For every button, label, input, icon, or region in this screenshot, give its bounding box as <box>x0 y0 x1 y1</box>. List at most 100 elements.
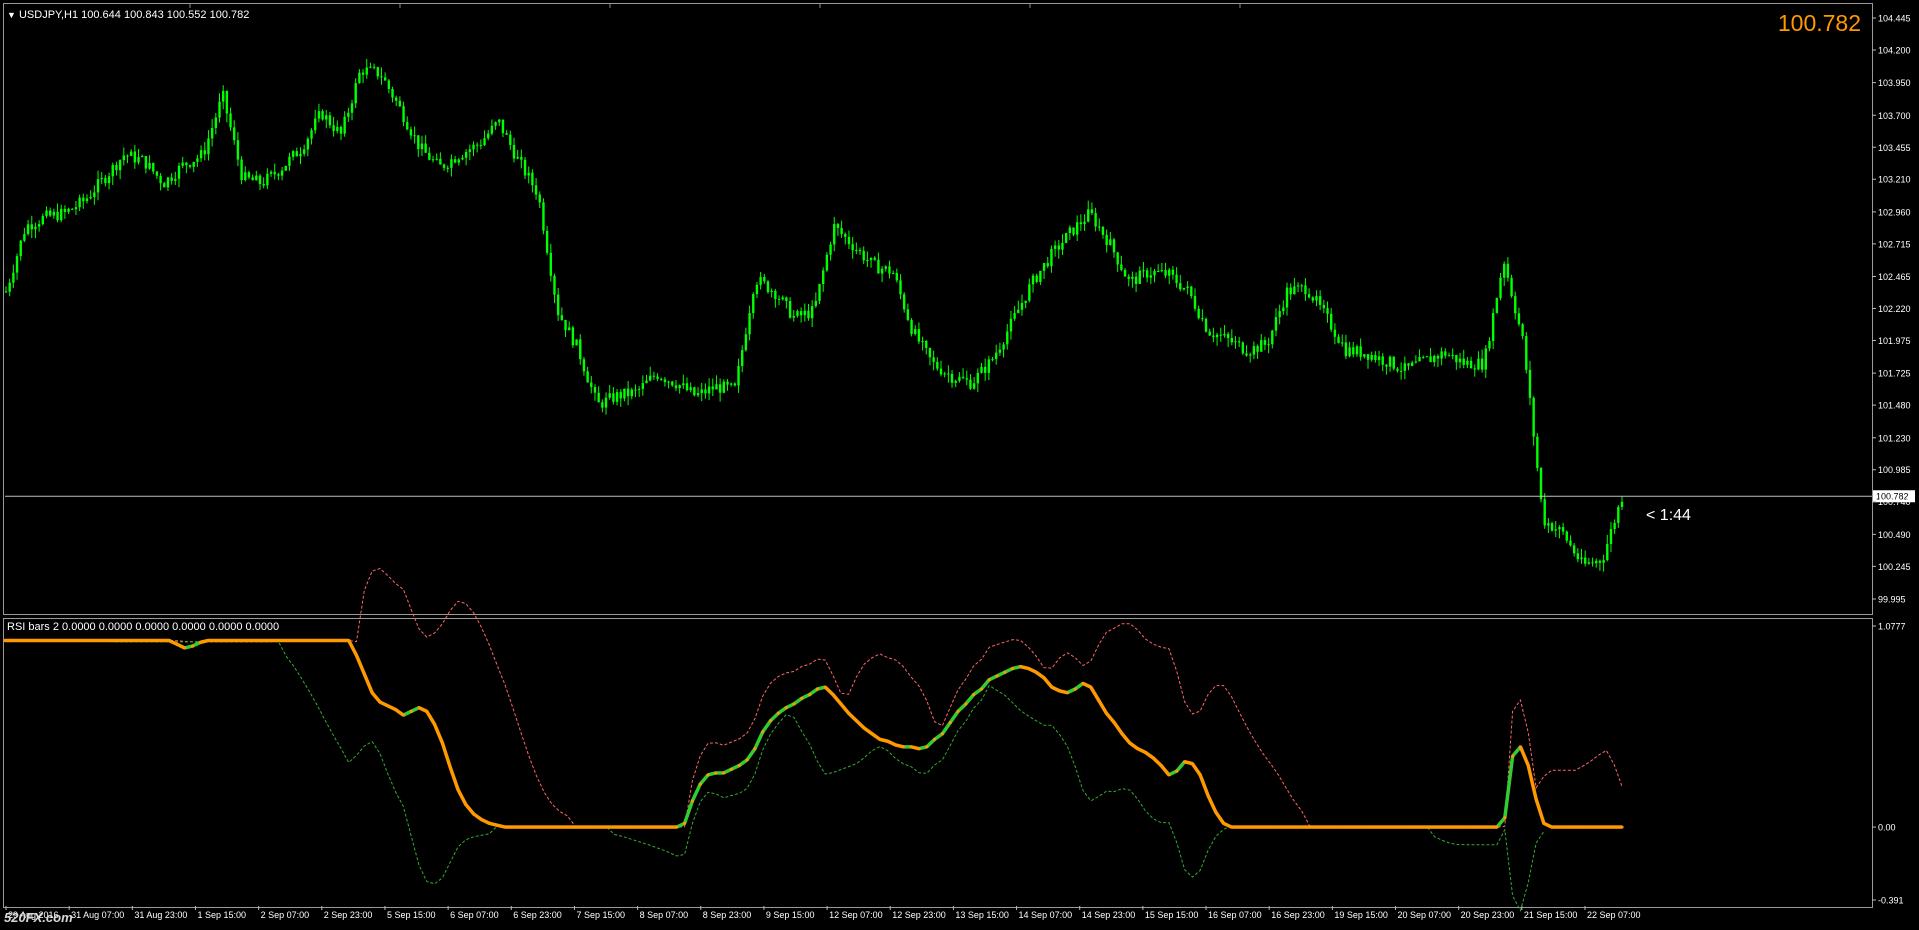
candle-body <box>810 306 814 319</box>
candle-body <box>1245 353 1248 356</box>
candle-body <box>667 381 670 383</box>
rsi-point <box>1479 825 1483 829</box>
rsi-lower-band <box>5 640 1545 912</box>
rsi-segment <box>964 693 975 706</box>
candle-body <box>350 103 354 113</box>
candle-body <box>387 80 391 89</box>
candle-body <box>1068 227 1072 234</box>
candle-body <box>744 334 748 351</box>
candle-body <box>347 112 350 117</box>
candle-body <box>682 383 685 386</box>
candle-body <box>1525 336 1528 370</box>
candle-body <box>987 359 991 373</box>
candle-body <box>8 282 11 292</box>
candle-body <box>1521 324 1524 337</box>
rsi-point <box>1362 825 1366 829</box>
candle-body <box>549 252 553 276</box>
candle-body <box>354 83 357 104</box>
candle-body <box>568 327 571 331</box>
price-tick-label: 101.975 <box>1878 336 1911 346</box>
candle-body <box>1580 557 1583 560</box>
candle-body <box>1267 344 1270 346</box>
candle-body <box>700 389 703 394</box>
candle-body <box>376 67 379 77</box>
candle-body <box>531 172 534 186</box>
candle-body <box>969 379 972 389</box>
candle-body <box>487 133 490 139</box>
candle-body <box>1569 540 1572 546</box>
candle-body <box>752 294 755 314</box>
candle-body <box>1510 277 1513 297</box>
chart-canvas[interactable]: 100.782 104.445 104.200 103.950 103.700 103.… <box>0 0 1919 930</box>
rsi-point <box>878 737 882 741</box>
candle-body <box>63 208 67 212</box>
rsi-point <box>620 825 624 829</box>
time-tick-label: 31 Aug 07:00 <box>71 910 124 920</box>
rsi-point <box>245 638 249 643</box>
candle-body <box>1282 307 1285 312</box>
candle-body <box>498 119 501 123</box>
rsi-point <box>706 773 710 777</box>
candle-body <box>372 66 376 68</box>
rsi-point <box>1034 670 1038 674</box>
rsi-segment <box>847 711 858 722</box>
candle-body <box>586 371 589 383</box>
indicator-label: RSI bars 2 0.0000 0.0000 0.0000 0.0000 0… <box>7 621 280 633</box>
price-tick-label: 100.985 <box>1878 465 1911 475</box>
rsi-point <box>807 692 812 697</box>
rsi-point <box>542 825 546 829</box>
candle-body <box>1491 312 1495 342</box>
rsi-point <box>378 700 382 704</box>
rsi-point <box>1456 825 1460 829</box>
candle-body <box>185 162 188 166</box>
candle-body <box>799 311 803 316</box>
rsi-segment <box>698 773 710 786</box>
candle-body <box>266 173 269 186</box>
rsi-point <box>909 745 913 749</box>
candle-body <box>943 373 946 375</box>
rsi-point <box>1425 825 1429 829</box>
caret-down-icon[interactable]: ▼ <box>7 10 16 20</box>
candle-body <box>718 384 722 393</box>
time-tick-label: 15 Sep 15:00 <box>1145 910 1199 920</box>
candle-body <box>67 208 70 212</box>
candle-body <box>1278 311 1281 318</box>
candle-body <box>1480 358 1484 370</box>
candle-body <box>950 373 954 383</box>
candle-body <box>1366 354 1370 360</box>
rsi-point <box>354 653 359 658</box>
candle-body <box>402 106 405 123</box>
candle-body <box>961 376 965 379</box>
candle-body <box>932 357 935 362</box>
candle-body <box>137 157 140 163</box>
rsi-point <box>995 674 999 678</box>
candle-body <box>855 249 858 251</box>
rsi-segment <box>925 738 936 749</box>
candle-body <box>899 280 902 295</box>
rsi-point <box>1370 825 1374 829</box>
rsi-point <box>167 638 171 643</box>
candle-body <box>1153 270 1156 276</box>
candle-body <box>258 175 262 185</box>
candle-body <box>1142 270 1145 272</box>
candle-body <box>269 171 273 174</box>
candle-body <box>1098 226 1101 228</box>
candle-body <box>1344 342 1348 357</box>
candle-body <box>707 386 711 394</box>
rsi-point <box>901 745 905 749</box>
candle-body <box>582 359 586 372</box>
price-tick-label: 103.950 <box>1878 78 1911 88</box>
candle-body <box>1587 562 1591 564</box>
rsi-point <box>1565 825 1569 829</box>
rsi-point <box>1089 685 1093 689</box>
candle-body <box>306 138 310 150</box>
rsi-segment <box>940 721 952 735</box>
candle-body <box>818 284 821 301</box>
candle-body <box>722 381 726 393</box>
candle-body <box>733 383 737 386</box>
candle-body <box>1422 357 1425 359</box>
candle-body <box>630 389 633 397</box>
price-tick-label: 104.200 <box>1878 45 1911 55</box>
candle-body <box>645 380 648 384</box>
candle-body <box>545 230 549 253</box>
